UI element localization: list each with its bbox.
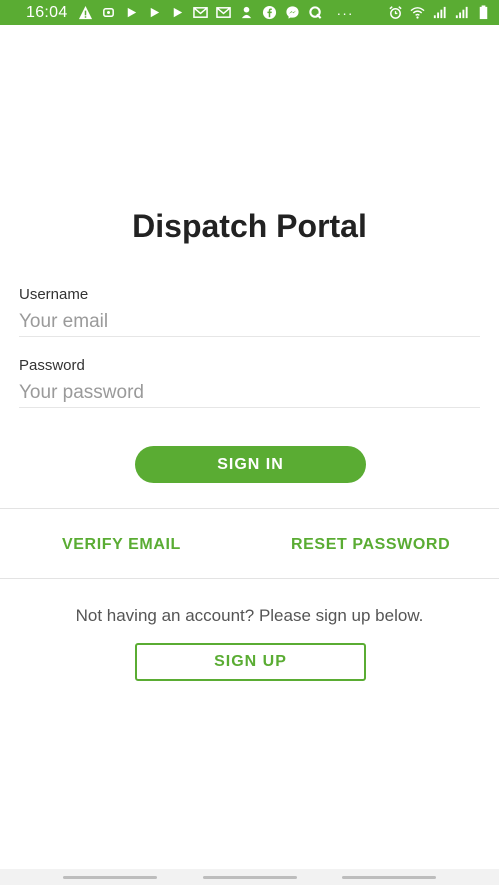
warning-icon bbox=[78, 5, 94, 21]
signup-prompt: Not having an account? Please sign up be… bbox=[75, 606, 424, 625]
signal-icon bbox=[431, 5, 447, 21]
system-icons bbox=[387, 5, 491, 21]
gmail-icon bbox=[193, 5, 209, 21]
alarm-icon bbox=[387, 5, 403, 21]
username-label: Username bbox=[19, 286, 89, 303]
sign-in-button[interactable]: SIGN IN bbox=[135, 446, 366, 483]
sign-up-button[interactable]: SIGN UP bbox=[135, 643, 366, 681]
password-label: Password bbox=[19, 357, 85, 374]
password-field: Password bbox=[19, 357, 480, 408]
username-field: Username bbox=[19, 286, 480, 337]
app-icon bbox=[239, 5, 255, 21]
facebook-icon bbox=[262, 5, 278, 21]
wifi-icon bbox=[409, 5, 425, 21]
username-input[interactable] bbox=[19, 307, 480, 337]
verify-email-link[interactable]: VERIFY EMAIL bbox=[62, 536, 181, 554]
more-notifications-icon: ··· bbox=[336, 4, 354, 21]
divider bbox=[0, 578, 499, 579]
reset-password-link[interactable]: RESET PASSWORD bbox=[291, 536, 450, 554]
system-nav-bar bbox=[0, 869, 499, 885]
notification-icons: ··· bbox=[78, 5, 360, 21]
play-icon bbox=[170, 5, 186, 21]
password-input[interactable] bbox=[19, 378, 480, 408]
status-bar: 16:04 ··· bbox=[0, 0, 499, 25]
nav-home-button[interactable] bbox=[202, 875, 297, 879]
page-title: Dispatch Portal bbox=[132, 208, 367, 244]
play-icon bbox=[124, 5, 140, 21]
signal-icon bbox=[453, 5, 469, 21]
battery-icon bbox=[475, 5, 491, 21]
app-icon bbox=[101, 5, 117, 21]
gmail-icon bbox=[216, 5, 232, 21]
messenger-icon bbox=[285, 5, 301, 21]
status-time: 16:04 bbox=[26, 3, 68, 21]
q-icon bbox=[308, 5, 324, 21]
play-icon bbox=[147, 5, 163, 21]
divider bbox=[0, 508, 499, 509]
nav-back-button[interactable] bbox=[342, 875, 436, 879]
nav-recents-button[interactable] bbox=[63, 875, 157, 879]
